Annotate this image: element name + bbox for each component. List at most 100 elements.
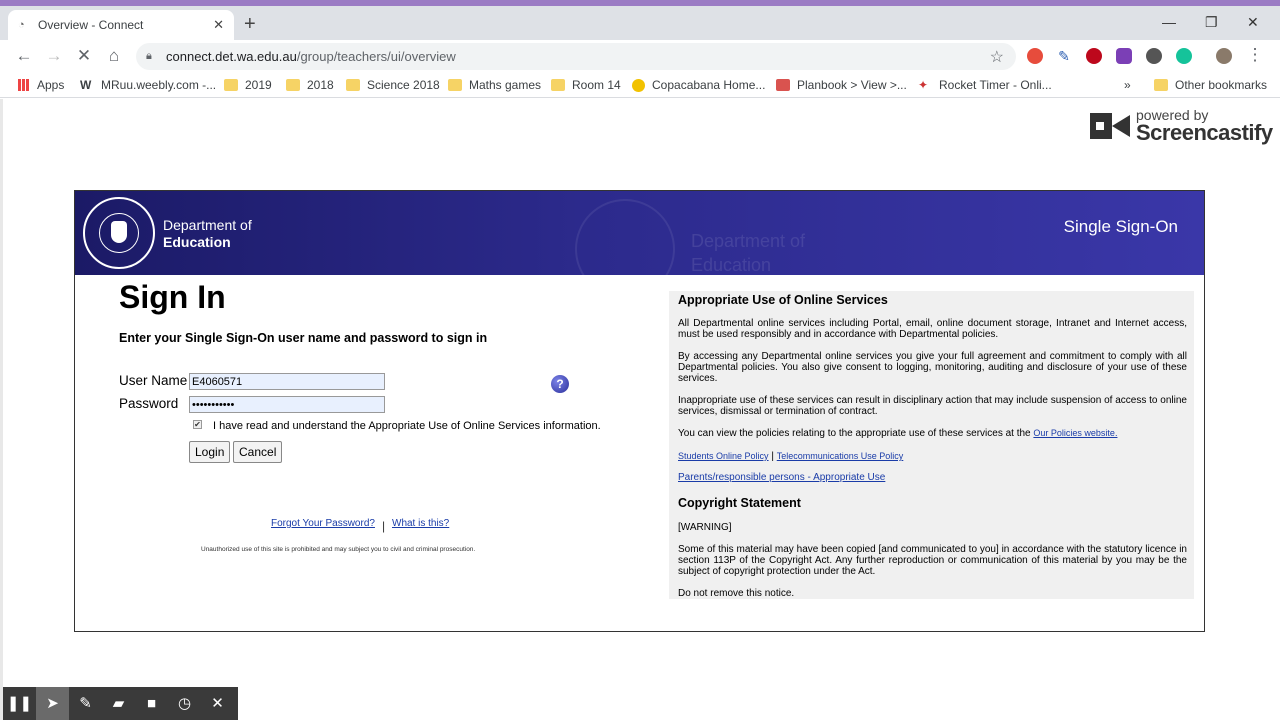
tab-overview-connect[interactable]: ◔ Overview - Connect ✕ — [8, 10, 234, 40]
pen-extension-icon[interactable]: ✎ — [1056, 48, 1072, 64]
department-line-2: Education — [163, 234, 231, 250]
help-question-icon[interactable]: ? — [551, 375, 569, 393]
appropriate-use-panel: Appropriate Use of Online Services All D… — [669, 291, 1194, 599]
copyright-text: Some of this material may have been copi… — [678, 544, 1187, 577]
sso-login-frame: Department of Education Department of Ed… — [74, 190, 1205, 632]
bookmarks-bar: Apps W MRuu.weebly.com -... 2019 2018 Sc… — [0, 74, 1280, 98]
pinterest-icon[interactable] — [1086, 48, 1102, 64]
minimize-icon[interactable]: — — [1162, 14, 1176, 30]
extension-purple-icon[interactable] — [1116, 48, 1132, 64]
url-path: /group/teachers/ui/overview — [296, 49, 456, 64]
department-line-1: Department of — [163, 217, 252, 233]
pen-icon[interactable]: ✎ — [69, 687, 102, 720]
sign-in-heading: Sign In — [119, 279, 226, 315]
cursor-icon[interactable]: ➤ — [36, 687, 69, 720]
agree-checkbox-label: I have read and understand the Appropria… — [213, 420, 601, 432]
url-host: connect.det.wa.edu.au — [166, 49, 297, 64]
department-name: Department of Education — [163, 217, 252, 251]
bookmark-mruu[interactable]: W MRuu.weebly.com -... — [80, 78, 216, 92]
forgot-password-link[interactable]: Forgot Your Password? — [271, 518, 375, 529]
password-label: Password — [119, 396, 179, 411]
profile-avatar[interactable] — [1216, 48, 1232, 64]
bookmark-2019[interactable]: 2019 — [224, 78, 272, 92]
bookmark-label: Copacabana Home... — [652, 78, 766, 92]
parents-appropriate-use-link[interactable]: Parents/responsible persons - Appropriat… — [678, 472, 885, 483]
bookmark-2018[interactable]: 2018 — [286, 78, 334, 92]
copyright-heading: Copyright Statement — [678, 496, 801, 510]
recording-toolbar: ❚❚ ➤ ✎ ▰ ■ ◷ ✕ — [3, 687, 238, 720]
bookmark-apps[interactable]: Apps — [18, 78, 64, 92]
rocket-icon: ✦ — [918, 78, 929, 92]
lock-icon: 🔒︎ — [146, 50, 152, 62]
bookmark-room-14[interactable]: Room 14 — [551, 78, 621, 92]
banner-watermark-seal — [575, 199, 675, 275]
loading-favicon-icon: ◔ — [18, 19, 25, 31]
folder-icon — [551, 79, 565, 91]
screencastify-logo-icon — [1090, 109, 1130, 143]
extension-red-icon[interactable] — [1027, 48, 1043, 64]
policy-paragraph-4: You can view the policies relating to th… — [678, 428, 1187, 439]
bookmark-label: 2019 — [245, 78, 272, 92]
menu-kebab-icon[interactable]: ⋮ — [1245, 45, 1265, 65]
close-window-icon[interactable]: ✕ — [1247, 14, 1259, 31]
pause-icon[interactable]: ❚❚ — [3, 687, 36, 720]
bookmark-planbook[interactable]: Planbook > View >... — [776, 78, 907, 92]
extension-grey-icon[interactable] — [1146, 48, 1162, 64]
username-label: User Name — [119, 373, 188, 388]
policy-paragraph-4-text: You can view the policies relating to th… — [678, 428, 1031, 439]
camera-icon[interactable]: ■ — [135, 687, 168, 720]
stop-loading-icon[interactable]: ✕ — [74, 46, 94, 66]
folder-icon — [1154, 79, 1168, 91]
government-seal-logo — [83, 197, 155, 269]
eraser-icon[interactable]: ▰ — [102, 687, 135, 720]
bookmark-science-2018[interactable]: Science 2018 — [346, 78, 440, 92]
new-tab-plus-icon[interactable]: + — [244, 14, 256, 34]
sso-banner: Department of Education Department of Ed… — [75, 191, 1204, 275]
close-toolbar-icon[interactable]: ✕ — [201, 687, 234, 720]
parents-policy-row: Parents/responsible persons - Appropriat… — [678, 472, 1187, 483]
address-bar[interactable]: 🔒︎ connect.det.wa.edu.au/group/teachers/… — [136, 43, 1016, 70]
forward-arrow-icon[interactable]: → — [44, 46, 64, 66]
close-tab-icon[interactable]: ✕ — [213, 17, 224, 33]
bookmark-label: Room 14 — [572, 78, 621, 92]
home-icon[interactable]: ⌂ — [104, 46, 124, 66]
bookmark-label: Rocket Timer - Onli... — [939, 78, 1052, 92]
link-separator: | — [382, 519, 386, 533]
tab-title: Overview - Connect — [38, 18, 144, 32]
login-button[interactable]: Login — [189, 441, 231, 463]
copyright-warning: [WARNING] — [678, 522, 732, 533]
bookmark-rocket-timer[interactable]: ✦ Rocket Timer - Onli... — [918, 78, 1052, 92]
policy-links-row: Students Online Policy | Telecommunicati… — [678, 451, 1187, 462]
back-arrow-icon[interactable]: ← — [14, 46, 34, 66]
bookmarks-overflow-chevron-icon[interactable]: » — [1124, 78, 1131, 92]
bookmark-maths-games[interactable]: Maths games — [448, 78, 541, 92]
sign-in-instructions: Enter your Single Sign-On user name and … — [119, 331, 488, 345]
timer-icon[interactable]: ◷ — [168, 687, 201, 720]
bookmark-label: Science 2018 — [367, 78, 440, 92]
our-policies-link[interactable]: Our Policies website. — [1033, 428, 1117, 438]
password-input[interactable] — [189, 396, 385, 413]
bookmark-label: Planbook > View >... — [797, 78, 907, 92]
restore-icon[interactable]: ❐ — [1205, 14, 1218, 31]
bookmark-label: Maths games — [469, 78, 542, 92]
bookmark-label: 2018 — [307, 78, 334, 92]
telecommunications-policy-link[interactable]: Telecommunications Use Policy — [777, 451, 904, 461]
bookmark-other-bookmarks[interactable]: Other bookmarks — [1154, 78, 1267, 92]
policy-paragraph-1: All Departmental online services includi… — [678, 318, 1187, 340]
grammarly-icon[interactable] — [1176, 48, 1192, 64]
agree-checkbox[interactable]: ✔ — [193, 420, 202, 429]
cancel-button[interactable]: Cancel — [233, 441, 283, 463]
watermark-line-1: Department of — [691, 231, 806, 251]
policy-paragraph-3: Inappropriate use of these services can … — [678, 395, 1187, 417]
site-icon — [776, 79, 790, 91]
apps-grid-icon — [18, 79, 30, 91]
policy-link-separator: | — [771, 451, 774, 462]
tab-bar: ◔ Overview - Connect ✕ + — ❐ ✕ — [0, 6, 1280, 40]
students-online-policy-link[interactable]: Students Online Policy — [678, 451, 769, 461]
username-input[interactable] — [189, 373, 385, 390]
watermark-line-2: Education — [691, 255, 772, 275]
screencastify-name: Screencastify — [1136, 120, 1273, 145]
what-is-this-link[interactable]: What is this? — [392, 518, 449, 529]
bookmark-star-icon[interactable]: ☆ — [990, 47, 1004, 67]
bookmark-copacabana[interactable]: Copacabana Home... — [632, 78, 765, 92]
